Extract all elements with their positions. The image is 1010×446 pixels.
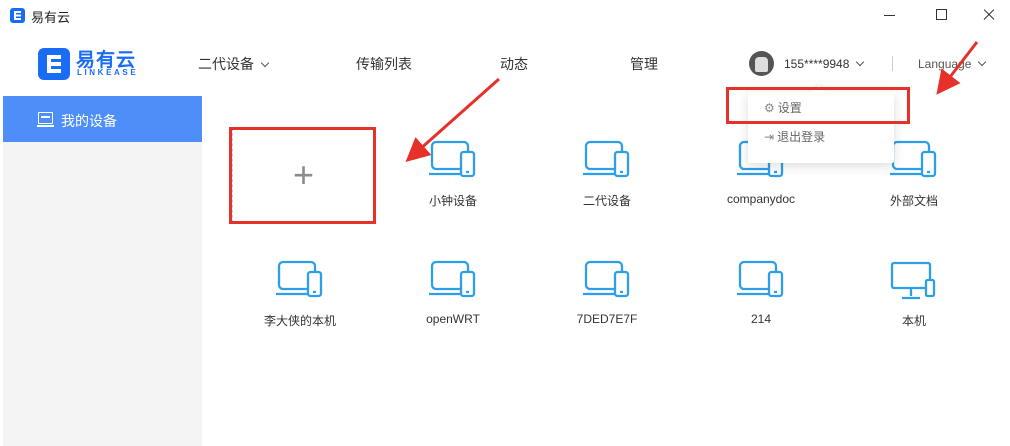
arrow-to-settings: [936, 41, 979, 95]
arrow-to-add-device: [405, 77, 500, 162]
annotation-arrows: [405, 41, 979, 162]
